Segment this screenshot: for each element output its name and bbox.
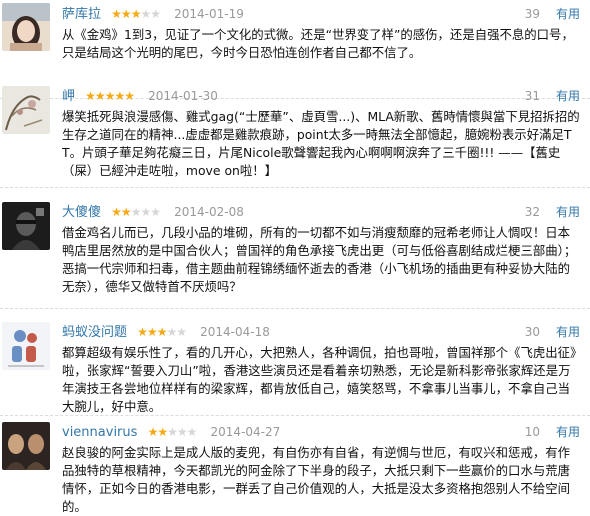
username-link[interactable]: 萨库拉 [62, 7, 101, 22]
useful-button[interactable]: 有用 [556, 422, 580, 442]
star-filled-icon: ★ [104, 89, 116, 103]
star-filled-icon: ★ [146, 325, 158, 339]
review-date: 2014-04-27 [210, 425, 281, 439]
review-text: 借金鸡名儿而已，几段小品的堆砌，所有的一切都不如与消瘦颓靡的冠希老师让人惆叹！日… [62, 225, 577, 294]
avatar[interactable] [2, 422, 50, 470]
review-text: 爆笑抵死與浪漫感傷、雞式gag(“士歷華”、虛頁雪...)、MLA新歌、舊時情懷… [62, 109, 580, 178]
review-item: 蚂蚁没问题 ★★★★★ 2014-04-18 30 有用 都算超级有娱乐性了，看… [0, 318, 590, 416]
review-date: 2014-01-30 [148, 89, 218, 103]
review-list: 萨库拉 ★★★★★ 2014-01-19 39 有用 从《金鸡》1到3，见证了一… [0, 0, 590, 514]
star-filled-icon: ★ [94, 89, 106, 103]
rating-stars: ★★★★★ [85, 86, 135, 106]
rating-stars: ★★★★★ [137, 322, 187, 342]
star-empty-icon: ★ [167, 425, 178, 439]
review-item: 大傻傻 ★★★★★ 2014-02-08 32 有用 借金鸡名儿而已，几段小品的… [0, 196, 590, 309]
username-link[interactable]: 大傻傻 [62, 205, 101, 220]
star-empty-icon: ★ [186, 425, 198, 439]
star-filled-icon: ★ [85, 89, 96, 103]
review-date: 2014-02-08 [174, 205, 244, 219]
star-filled-icon: ★ [157, 425, 168, 439]
avatar[interactable] [2, 322, 50, 370]
useful-count: 10 [524, 425, 540, 439]
useful-button[interactable]: 有用 [556, 86, 580, 106]
rating-stars: ★★★★★ [147, 422, 198, 442]
star-filled-icon: ★ [130, 7, 142, 21]
star-empty-icon: ★ [150, 205, 161, 219]
review-date: 2014-01-19 [174, 7, 244, 21]
review-header: 萨库拉 ★★★★★ 2014-01-19 39 有用 [62, 4, 580, 24]
star-empty-icon: ★ [166, 325, 177, 339]
useful-count: 31 [524, 89, 540, 103]
useful-button[interactable]: 有用 [556, 202, 580, 222]
review-header: 大傻傻 ★★★★★ 2014-02-08 32 有用 [62, 202, 580, 222]
star-filled-icon: ★ [147, 425, 159, 439]
star-empty-icon: ★ [140, 7, 151, 21]
useful-count: 32 [524, 205, 540, 219]
star-filled-icon: ★ [114, 89, 125, 103]
useful-count: 30 [524, 325, 540, 339]
review-date: 2014-04-18 [200, 325, 270, 339]
review-header: 岬 ★★★★★ 2014-01-30 31 有用 [62, 86, 580, 106]
star-empty-icon: ★ [176, 325, 187, 339]
star-filled-icon: ★ [120, 205, 132, 219]
review-text: 都算超级有娱乐性了，看的几开心，大把熟人，各种调侃，拍也哥啦，曾国祥那个《飞虎出… [62, 345, 577, 414]
review-item: 岬 ★★★★★ 2014-01-30 31 有用 爆笑抵死與浪漫感傷、雞式gag… [0, 80, 590, 188]
star-empty-icon: ★ [130, 205, 142, 219]
star-filled-icon: ★ [156, 325, 168, 339]
review-header: viennavirus ★★★★★ 2014-04-27 10 有用 [62, 422, 580, 442]
useful-count: 39 [524, 7, 540, 21]
star-empty-icon: ★ [150, 7, 161, 21]
useful-button[interactable]: 有用 [556, 322, 580, 342]
avatar[interactable] [2, 3, 50, 51]
review-item: viennavirus ★★★★★ 2014-04-27 10 有用 赵良骏的阿… [0, 416, 590, 514]
star-filled-icon: ★ [137, 325, 148, 339]
avatar[interactable] [2, 86, 50, 134]
avatar[interactable] [2, 202, 50, 250]
username-link[interactable]: 岬 [62, 89, 75, 104]
star-empty-icon: ★ [140, 205, 151, 219]
username-link[interactable]: viennavirus [62, 425, 137, 440]
star-filled-icon: ★ [124, 89, 135, 103]
star-filled-icon: ★ [111, 7, 122, 21]
star-filled-icon: ★ [120, 7, 132, 21]
useful-button[interactable]: 有用 [556, 4, 580, 24]
review-text: 从《金鸡》1到3，见证了一个文化的式微。还是“世界变了样”的感伤，还是自强不息的… [62, 27, 574, 60]
star-filled-icon: ★ [111, 205, 122, 219]
username-link[interactable]: 蚂蚁没问题 [62, 325, 127, 340]
rating-stars: ★★★★★ [111, 202, 161, 222]
rating-stars: ★★★★★ [111, 4, 161, 24]
review-header: 蚂蚁没问题 ★★★★★ 2014-04-18 30 有用 [62, 322, 580, 342]
review-text: 赵良骏的阿金实际上是成人版的麦兜，有自伤亦有自省，有逆惆与世厄，有叹兴和惩戒，有… [62, 445, 571, 514]
star-empty-icon: ★ [176, 425, 188, 439]
